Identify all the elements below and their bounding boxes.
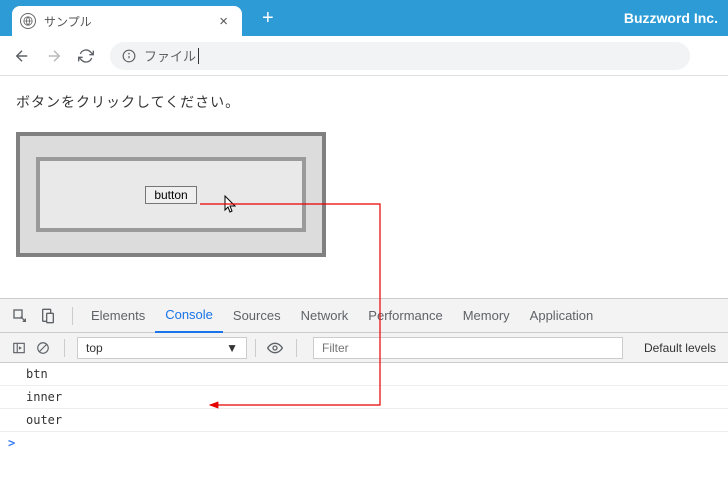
console-line: btn bbox=[0, 363, 728, 386]
devtools-panel: Elements Console Sources Network Perform… bbox=[0, 298, 728, 500]
chevron-down-icon: ▼ bbox=[226, 341, 238, 355]
separator bbox=[255, 339, 256, 357]
browser-toolbar: ファイル bbox=[0, 36, 728, 76]
tab-console[interactable]: Console bbox=[155, 299, 223, 333]
tab-performance[interactable]: Performance bbox=[358, 299, 452, 333]
console-toolbar: top ▼ Default levels bbox=[0, 333, 728, 363]
new-tab-button[interactable]: + bbox=[254, 5, 282, 32]
outer-box[interactable]: button bbox=[16, 132, 326, 257]
inner-box[interactable]: button bbox=[36, 157, 306, 232]
tab-network[interactable]: Network bbox=[291, 299, 359, 333]
close-icon[interactable]: × bbox=[215, 13, 232, 30]
reload-button[interactable] bbox=[72, 42, 100, 70]
console-output: btn inner outer > bbox=[0, 363, 728, 500]
devtools-tabbar: Elements Console Sources Network Perform… bbox=[0, 299, 728, 333]
tab-memory[interactable]: Memory bbox=[453, 299, 520, 333]
address-scheme: ファイル bbox=[144, 46, 196, 65]
browser-tab[interactable]: サンプル × bbox=[12, 6, 242, 36]
separator bbox=[296, 339, 297, 357]
context-label: top bbox=[86, 341, 103, 355]
instruction-text: ボタンをクリックしてください。 bbox=[16, 92, 712, 112]
back-button[interactable] bbox=[8, 42, 36, 70]
tab-elements[interactable]: Elements bbox=[81, 299, 155, 333]
window-titlebar: サンプル × + Buzzword Inc. bbox=[0, 0, 728, 36]
demo-button[interactable]: button bbox=[145, 186, 196, 204]
tab-title: サンプル bbox=[44, 13, 215, 30]
filter-input[interactable] bbox=[313, 337, 623, 359]
clear-console-icon[interactable] bbox=[32, 337, 54, 359]
levels-selector[interactable]: Default levels bbox=[640, 341, 720, 355]
tab-sources[interactable]: Sources bbox=[223, 299, 291, 333]
globe-icon bbox=[20, 13, 36, 29]
brand-label: Buzzword Inc. bbox=[624, 10, 718, 26]
page-content: ボタンをクリックしてください。 button bbox=[0, 76, 728, 273]
context-selector[interactable]: top ▼ bbox=[77, 337, 247, 359]
text-cursor bbox=[198, 48, 199, 64]
tab-application[interactable]: Application bbox=[520, 299, 604, 333]
address-bar[interactable]: ファイル bbox=[110, 42, 690, 70]
device-toggle-icon[interactable] bbox=[36, 304, 60, 328]
console-line: outer bbox=[0, 409, 728, 432]
cursor-icon bbox=[224, 195, 238, 216]
info-icon bbox=[122, 49, 136, 63]
eye-icon[interactable] bbox=[264, 337, 286, 359]
separator bbox=[64, 339, 65, 357]
inspect-icon[interactable] bbox=[8, 304, 32, 328]
console-prompt[interactable]: > bbox=[0, 432, 728, 454]
console-line: inner bbox=[0, 386, 728, 409]
sidebar-toggle-icon[interactable] bbox=[8, 337, 30, 359]
separator bbox=[72, 307, 73, 325]
forward-button[interactable] bbox=[40, 42, 68, 70]
